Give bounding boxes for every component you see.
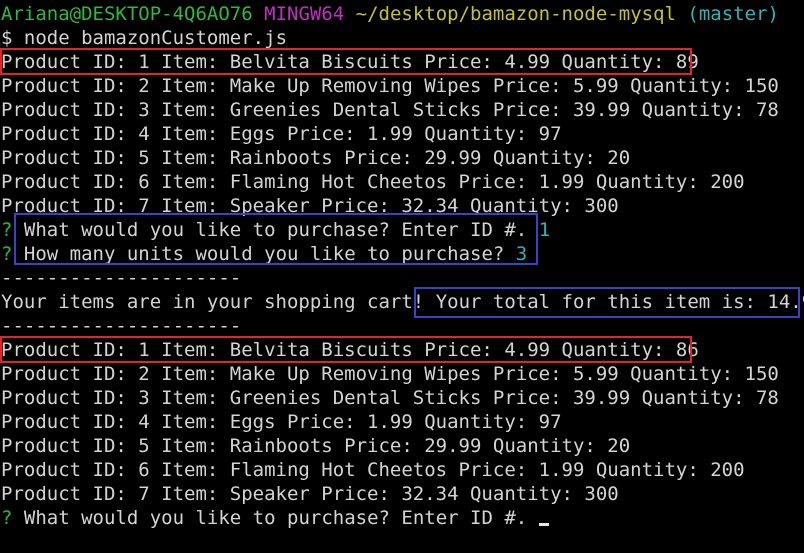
command-line: $ node bamazonCustomer.js [1,26,287,50]
prompt-symbol: $ [1,27,13,49]
blue-highlight-box [414,287,800,318]
current-path: ~/desktop/bamazon-node-mysql [355,3,676,25]
product-line: Product ID: 6 Item: Flaming Hot Cheetos … [1,459,745,481]
shell-prompt: Ariana@DESKTOP-4Q6AO76 MINGW64 ~/desktop… [1,2,779,26]
command-text: node bamazonCustomer.js [23,27,288,49]
product-line: Product ID: 2 Item: Make Up Removing Wip… [1,363,779,385]
question-mark-icon: ? [1,243,13,265]
separator: --------------------- [1,267,242,289]
product-line: Product ID: 3 Item: Greenies Dental Stic… [1,99,779,121]
red-highlight-box [0,48,692,75]
product-line: Product ID: 4 Item: Eggs Price: 1.99 Qua… [1,123,562,145]
answer-text: 1 [538,219,551,241]
question-mark-icon: ? [1,507,13,529]
shell-name: MINGW64 [264,3,345,25]
product-line: Product ID: 7 Item: Speaker Price: 32.34… [1,483,619,505]
product-line: Product ID: 6 Item: Flaming Hot Cheetos … [1,171,745,193]
product-line: Product ID: 5 Item: Rainboots Price: 29.… [1,435,631,457]
blue-highlight-box [14,213,538,265]
question-text: What would you like to purchase? Enter I… [23,507,528,529]
question-mark-icon: ? [1,219,13,241]
product-line: Product ID: 5 Item: Rainboots Price: 29.… [1,147,631,169]
user-host: Ariana@DESKTOP-4Q6AO76 [1,3,253,25]
separator: --------------------- [1,315,242,337]
cart-message: Your items are in your shopping cart! [1,291,425,313]
product-line: Product ID: 3 Item: Greenies Dental Stic… [1,387,779,409]
red-highlight-box [0,336,692,363]
final-question[interactable]: ? What would you like to purchase? Enter… [1,506,549,530]
git-branch: (master) [687,3,779,25]
product-line: Product ID: 2 Item: Make Up Removing Wip… [1,75,779,97]
text-cursor [538,523,549,526]
product-line: Product ID: 4 Item: Eggs Price: 1.99 Qua… [1,411,562,433]
terminal-window[interactable]: Ariana@DESKTOP-4Q6AO76 MINGW64 ~/desktop… [0,0,804,553]
